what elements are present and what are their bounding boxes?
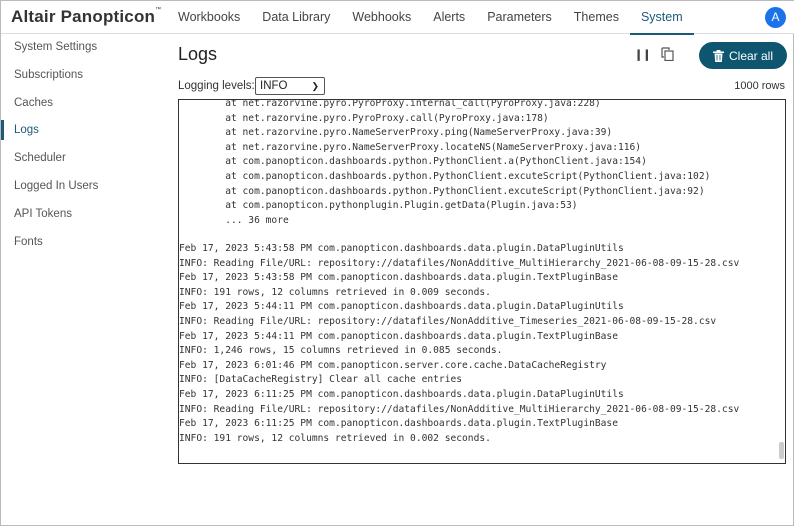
app-logo: Altair Panopticon™ <box>11 7 161 27</box>
log-line: at net.razorvine.pyro.PyroProxy.internal… <box>179 99 601 109</box>
tab-system[interactable]: System <box>629 1 694 35</box>
sidebar-item-subscriptions[interactable]: Subscriptions <box>1 63 161 87</box>
logging-level-value: INFO <box>260 80 288 92</box>
log-line: INFO: Reading File/URL: repository://dat… <box>179 257 740 269</box>
copy-icon[interactable] <box>661 47 675 61</box>
tab-parameters[interactable]: Parameters <box>476 1 563 34</box>
log-line: INFO: 1,246 rows, 15 columns retrieved i… <box>179 345 503 357</box>
avatar[interactable]: A <box>765 7 786 28</box>
page-title: Logs <box>178 44 218 64</box>
logging-level-select[interactable]: INFO ❯ <box>255 77 325 95</box>
log-line: Feb 17, 2023 6:11:25 PM com.panopticon.d… <box>179 389 624 400</box>
log-line: INFO: Reading File/URL: repository://dat… <box>179 316 717 327</box>
sidebar-item-logged-in-users[interactable]: Logged In Users <box>1 174 161 198</box>
log-output[interactable]: at net.razorvine.pyro.PyroProxy.internal… <box>178 99 786 464</box>
clear-all-label: Clear all <box>728 48 773 63</box>
sidebar-item-api-tokens[interactable]: API Tokens <box>1 202 161 226</box>
tab-data-library[interactable]: Data Library <box>251 1 341 34</box>
logo-text: Altair Panopticon <box>11 7 156 26</box>
log-line: Feb 17, 2023 6:01:46 PM com.panopticon.s… <box>179 359 607 371</box>
trash-icon <box>712 49 724 62</box>
nav-tabs: Workbooks Data Library Webhooks Alerts Param… <box>167 1 694 35</box>
log-line: INFO: [DataCacheRegistry] Clear all cach… <box>179 374 463 386</box>
trademark: ™ <box>155 7 162 13</box>
sidebar-item-logs[interactable]: Logs <box>1 118 161 142</box>
sidebar-item-caches[interactable]: Caches <box>1 91 161 115</box>
log-line: at com.panopticon.pythonplugin.Plugin.ge… <box>179 200 578 212</box>
log-line: Feb 17, 2023 6:11:25 PM com.panopticon.d… <box>179 418 618 430</box>
log-line: INFO: 191 rows, 12 columns retrieved in … <box>179 432 491 444</box>
scrollbar-thumb[interactable] <box>779 442 784 459</box>
log-line: at com.panopticon.dashboards.python.Pyth… <box>179 171 711 182</box>
chevron-down-icon: ❯ <box>311 81 319 91</box>
log-line: at com.panopticon.dashboards.python.Pyth… <box>179 156 647 168</box>
sidebar: System Settings Subscriptions Caches Logs Sc… <box>1 34 167 525</box>
log-line: INFO: 191 rows, 12 columns retrieved in … <box>179 286 491 298</box>
log-line: at net.razorvine.pyro.NameServerProxy.lo… <box>179 141 642 153</box>
top-nav: Altair Panopticon™ Workbooks Data Library… <box>1 1 794 35</box>
log-line: Feb 17, 2023 5:43:58 PM com.panopticon.d… <box>179 243 624 254</box>
tab-workbooks[interactable]: Workbooks <box>167 1 251 34</box>
tab-themes[interactable]: Themes <box>563 1 630 34</box>
log-line: Feb 17, 2023 5:43:58 PM com.panopticon.d… <box>179 272 618 284</box>
tab-alerts[interactable]: Alerts <box>422 1 476 34</box>
tab-webhooks[interactable]: Webhooks <box>341 1 422 34</box>
pause-icon[interactable]: ❙❙ <box>634 48 651 61</box>
log-line: at com.panopticon.dashboards.python.Pyth… <box>179 185 705 197</box>
sidebar-item-system-settings[interactable]: System Settings <box>1 35 161 59</box>
log-line: at net.razorvine.pyro.PyroProxy.call(Pyr… <box>179 112 549 124</box>
log-line: Feb 17, 2023 5:44:11 PM com.panopticon.d… <box>179 330 618 342</box>
clear-all-button[interactable]: Clear all <box>699 42 787 69</box>
row-count: 1000 rows <box>734 80 785 92</box>
sidebar-item-fonts[interactable]: Fonts <box>1 230 161 254</box>
log-line: ... 36 more <box>179 214 289 226</box>
log-line: INFO: Reading File/URL: repository://dat… <box>179 403 740 415</box>
log-line: at net.razorvine.pyro.NameServerProxy.pi… <box>179 127 613 139</box>
sidebar-item-scheduler[interactable]: Scheduler <box>1 146 161 170</box>
log-line: Feb 17, 2023 5:44:11 PM com.panopticon.d… <box>179 301 624 313</box>
logging-levels-label: Logging levels: <box>178 80 255 92</box>
